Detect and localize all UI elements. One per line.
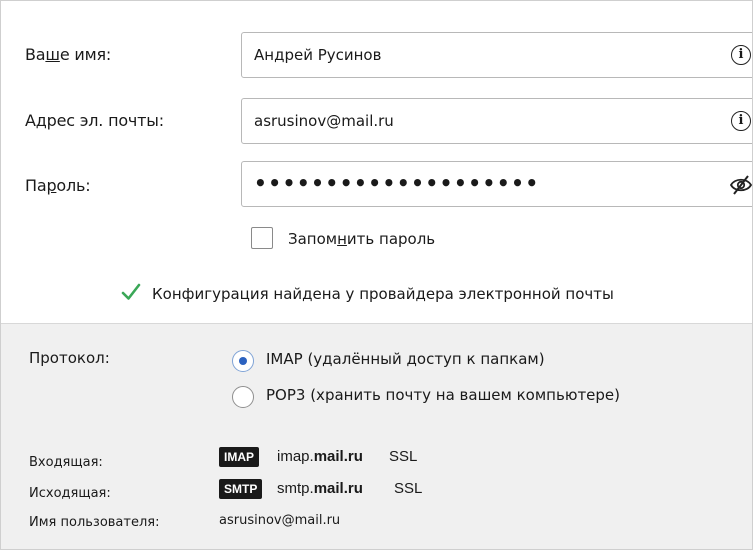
pop3-radio[interactable] [232, 386, 254, 408]
email-label: Адрес эл. почты: [25, 111, 164, 130]
info-icon[interactable]: i [731, 111, 751, 131]
imap-radio-label[interactable]: IMAP (удалённый доступ к папкам) [266, 350, 545, 368]
incoming-security: SSL [389, 448, 418, 465]
incoming-label: Входящая: [29, 455, 103, 470]
imap-radio[interactable] [232, 350, 254, 372]
checkmark-icon [121, 283, 141, 300]
outgoing-security: SSL [394, 480, 423, 497]
pop3-radio-label[interactable]: POP3 (хранить почту на вашем компьютере) [266, 386, 620, 404]
protocol-label: Протокол: [29, 349, 110, 367]
name-value: Андрей Русинов [254, 46, 382, 64]
outgoing-server-host: smtp.mail.ru [277, 480, 363, 497]
outgoing-label: Исходящая: [29, 486, 111, 501]
name-field[interactable]: Андрей Русинов i [241, 32, 752, 78]
eye-slash-icon[interactable] [729, 174, 753, 196]
email-field[interactable]: asrusinov@mail.ru i [241, 98, 752, 144]
smtp-badge: SMTP [219, 479, 263, 499]
account-setup-form: Ваше имя: Андрей Русинов i Адрес эл. поч… [0, 0, 753, 550]
incoming-server-host: imap.mail.ru [277, 448, 363, 465]
username-label: Имя пользователя: [29, 515, 160, 530]
credentials-section: Ваше имя: Андрей Русинов i Адрес эл. поч… [1, 1, 752, 323]
password-field[interactable]: •••••••••••••••••••• [241, 161, 753, 207]
remember-password-label[interactable]: Запомнить пароль [288, 230, 435, 248]
password-label: Пароль: [25, 176, 91, 195]
config-status-text: Конфигурация найдена у провайдера электр… [152, 285, 614, 303]
imap-badge: IMAP [219, 447, 259, 467]
name-label: Ваше имя: [25, 45, 112, 64]
username-value: asrusinov@mail.ru [219, 513, 341, 528]
password-value: •••••••••••••••••••• [254, 171, 540, 195]
remember-password-checkbox[interactable] [251, 227, 273, 249]
info-icon[interactable]: i [731, 45, 751, 65]
email-value: asrusinov@mail.ru [254, 112, 394, 130]
